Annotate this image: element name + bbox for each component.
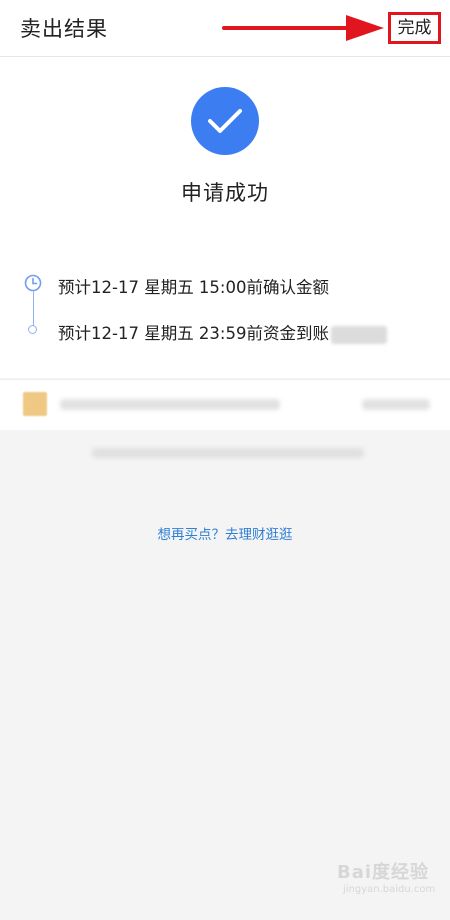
blurred-product-name [60,399,280,410]
browse-wealth-link[interactable]: 想再买点？去理财逛逛 [0,523,450,543]
product-row[interactable] [0,379,450,430]
status-text: 申请成功 [181,181,269,205]
page-title: 卖出结果 [20,17,108,41]
watermark-text: Bai度经验 [337,862,430,883]
product-icon [23,392,47,416]
watermark-sub: jingyan.baidu.com [343,884,436,895]
blurred-text [331,325,387,344]
blurred-note [92,448,364,458]
header-bar: 卖出结果 完成 [0,0,450,57]
timeline-connector [33,290,34,327]
result-card: 申请成功 预计12-17 星期五 15:00前确认金额 预计12-17 星期五 … [0,57,450,378]
timeline-item-arrival: 预计12-17 星期五 23:59前资金到账 [58,320,387,344]
success-check-icon [191,87,259,155]
done-button[interactable]: 完成 [388,12,441,44]
baidu-jingyan-watermark: Bai度经验 jingyan.baidu.com [337,858,435,895]
timeline-item-arrival-text: 预计12-17 星期五 23:59前资金到账 [58,324,329,343]
timeline-item-confirm: 预计12-17 星期五 15:00前确认金额 [58,278,329,297]
blurred-product-amount [362,399,430,410]
timeline-dot [28,325,37,334]
red-annotation-arrow [222,15,384,41]
